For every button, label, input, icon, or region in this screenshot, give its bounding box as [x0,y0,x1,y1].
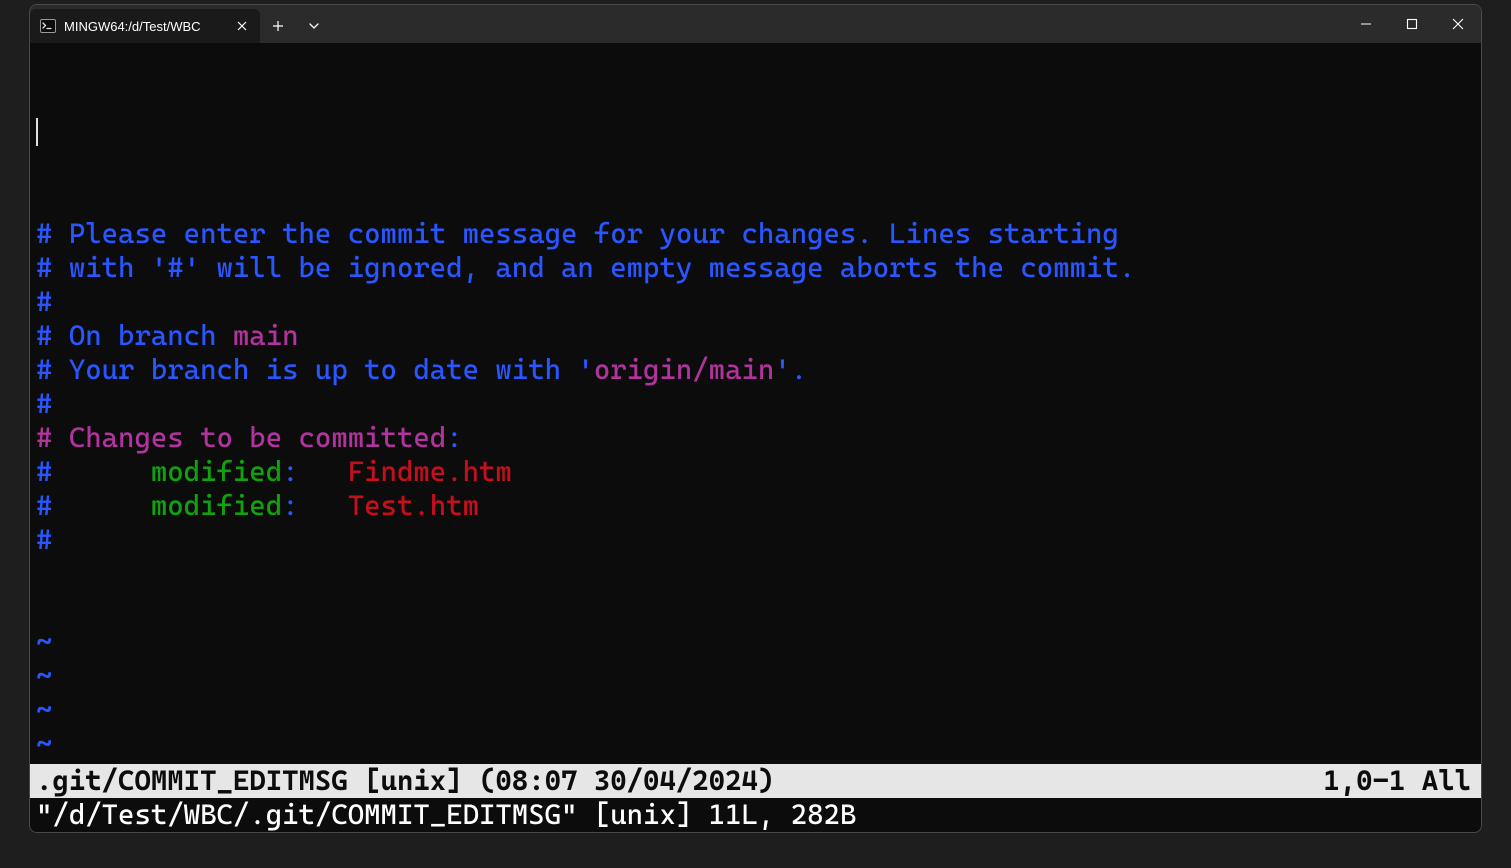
empty-line-tilde: ~ [36,625,1475,659]
terminal-viewport[interactable]: # Please enter the commit message for yo… [30,43,1481,832]
window-controls [1343,5,1481,43]
editor-line: # [36,387,1475,421]
new-tab-button[interactable] [260,9,296,43]
editor-line: # modified: Findme.htm [36,455,1475,489]
editor-line: # [36,285,1475,319]
terminal-window: MINGW64:/d/Test/WBC # Please enter [29,4,1482,833]
tab-dropdown-button[interactable] [296,9,332,43]
editor-line: # with '#' will be ignored, and an empty… [36,251,1475,285]
editor-line: # Changes to be committed: [36,421,1475,455]
editor-buffer[interactable]: # Please enter the commit message for yo… [36,47,1475,764]
status-right: 1,0-1 All [1323,764,1475,798]
tab-title: MINGW64:/d/Test/WBC [64,19,224,34]
editor-line: # modified: Test.htm [36,489,1475,523]
text-cursor [36,118,38,146]
maximize-button[interactable] [1389,5,1435,43]
minimize-button[interactable] [1343,5,1389,43]
close-button[interactable] [1435,5,1481,43]
editor-line: # [36,523,1475,557]
empty-line-tilde: ~ [36,693,1475,727]
titlebar[interactable]: MINGW64:/d/Test/WBC [30,5,1481,43]
vim-statusbar: .git/COMMIT_EDITMSG [unix] (08:07 30/04/… [30,764,1481,798]
vim-command-line: "/d/Test/WBC/.git/COMMIT_EDITMSG" [unix]… [36,798,1475,832]
status-left: .git/COMMIT_EDITMSG [unix] (08:07 30/04/… [36,764,1323,798]
cursor-line [36,115,1475,149]
editor-line: # Please enter the commit message for yo… [36,217,1475,251]
tab-close-button[interactable] [232,16,252,36]
terminal-icon [40,18,56,34]
empty-line-tilde: ~ [36,659,1475,693]
terminal-tab-active[interactable]: MINGW64:/d/Test/WBC [30,9,260,43]
editor-line: # On branch main [36,319,1475,353]
empty-line-tilde: ~ [36,727,1475,761]
editor-line: # Your branch is up to date with 'origin… [36,353,1475,387]
